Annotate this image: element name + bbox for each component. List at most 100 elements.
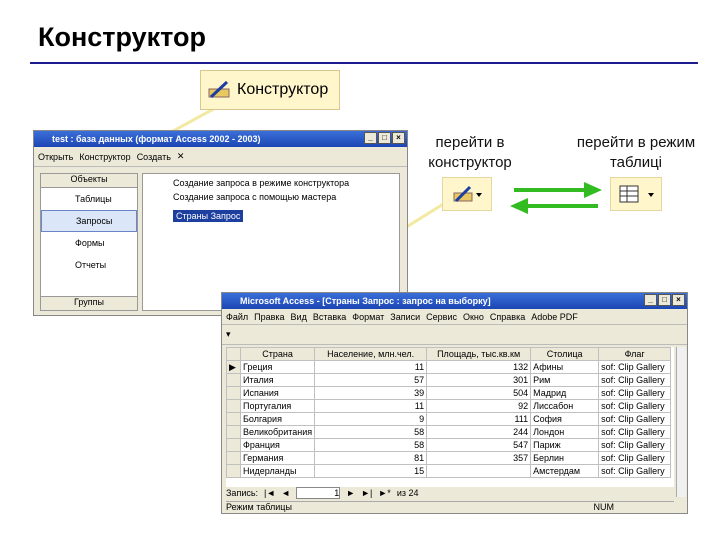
table-cell[interactable]: Португалия (239, 399, 316, 413)
row-selector[interactable] (226, 412, 241, 426)
table-row[interactable]: Италия 57 301 Рим sof: Clip Gallery (226, 373, 672, 387)
table-cell[interactable]: sof: Clip Gallery (598, 360, 672, 374)
menu-help[interactable]: Справка (490, 312, 525, 322)
column-header[interactable]: Площадь, тыс.кв.км (426, 347, 532, 361)
table-cell[interactable]: sof: Clip Gallery (598, 451, 672, 465)
table-cell[interactable]: Греция (239, 360, 316, 374)
menu-view[interactable]: Вид (291, 312, 307, 322)
sidebar-item-forms[interactable]: Формы (41, 232, 137, 254)
last-record-button[interactable]: ►| (361, 488, 372, 498)
list-item[interactable]: Создание запроса с помощью мастера (143, 190, 399, 206)
close-button[interactable]: × (392, 132, 405, 144)
prev-record-button[interactable]: ◄ (281, 488, 290, 498)
column-header[interactable]: Страна (239, 347, 316, 361)
menu-records[interactable]: Записи (390, 312, 420, 322)
design-view-button[interactable] (442, 177, 492, 211)
table-cell[interactable]: Лондон (530, 425, 600, 439)
table-row[interactable]: ▶ Греция 11 132 Афины sof: Clip Gallery (226, 360, 672, 374)
table-cell[interactable]: 547 (426, 438, 532, 452)
table-cell[interactable]: 81 (314, 451, 428, 465)
table-row[interactable]: Португалия 11 92 Лиссабон sof: Clip Gallery (226, 399, 672, 413)
table-cell[interactable]: Испания (239, 386, 316, 400)
table-cell[interactable]: sof: Clip Gallery (598, 412, 672, 426)
table-row[interactable]: Испания 39 504 Мадрид sof: Clip Gallery (226, 386, 672, 400)
table-row[interactable]: Болгария 9 111 София sof: Clip Gallery (226, 412, 672, 426)
minimize-button[interactable]: _ (364, 132, 377, 144)
table-cell[interactable]: 92 (426, 399, 532, 413)
maximize-button[interactable]: □ (378, 132, 391, 144)
row-selector[interactable] (226, 373, 241, 387)
menu-window[interactable]: Окно (463, 312, 484, 322)
menu-file[interactable]: Файл (226, 312, 248, 322)
table-cell[interactable]: 244 (426, 425, 532, 439)
table-cell[interactable]: Великобритания (239, 425, 316, 439)
design-button-callout[interactable]: Конструктор (200, 70, 340, 110)
table-cell[interactable]: 301 (426, 373, 532, 387)
first-record-button[interactable]: |◄ (264, 488, 275, 498)
minimize-button[interactable]: _ (644, 294, 657, 306)
table-cell[interactable]: 58 (314, 438, 428, 452)
record-number-field[interactable]: 1 (296, 487, 341, 499)
table-cell[interactable]: Берлин (530, 451, 600, 465)
table-cell[interactable]: 15 (314, 464, 428, 478)
menu-adobe-pdf[interactable]: Adobe PDF (531, 312, 578, 322)
row-selector[interactable] (226, 399, 241, 413)
menu-tools[interactable]: Сервис (426, 312, 457, 322)
table-cell[interactable]: 57 (314, 373, 428, 387)
table-row[interactable]: Нидерланды 15 Амстердам sof: Clip Gallery (226, 464, 672, 478)
row-selector[interactable] (226, 438, 241, 452)
table-cell[interactable]: София (530, 412, 600, 426)
table-cell[interactable]: Париж (530, 438, 600, 452)
table-row[interactable]: Великобритания 58 244 Лондон sof: Clip Galle… (226, 425, 672, 439)
table-cell[interactable]: 11 (314, 399, 428, 413)
menu-edit[interactable]: Правка (254, 312, 284, 322)
table-cell[interactable]: Нидерланды (239, 464, 316, 478)
vertical-scrollbar[interactable] (676, 347, 686, 497)
table-cell[interactable]: Мадрид (530, 386, 600, 400)
row-selector[interactable] (226, 464, 241, 478)
next-record-button[interactable]: ► (346, 488, 355, 498)
table-cell[interactable]: Болгария (239, 412, 316, 426)
table-cell[interactable]: 58 (314, 425, 428, 439)
view-icon[interactable]: ▾ (226, 329, 231, 340)
table-cell[interactable]: sof: Clip Gallery (598, 464, 672, 478)
table-cell[interactable]: Рим (530, 373, 600, 387)
table-cell[interactable]: 132 (426, 360, 532, 374)
close-button[interactable]: × (672, 294, 685, 306)
table-cell[interactable]: 357 (426, 451, 532, 465)
table-cell[interactable]: Италия (239, 373, 316, 387)
table-cell[interactable]: sof: Clip Gallery (598, 399, 672, 413)
new-record-button[interactable]: ►* (378, 488, 390, 498)
table-row[interactable]: Германия 81 357 Берлин sof: Clip Gallery (226, 451, 672, 465)
row-selector[interactable] (226, 386, 241, 400)
column-header[interactable]: Столица (530, 347, 600, 361)
menu-insert[interactable]: Вставка (313, 312, 346, 322)
column-header[interactable]: Флаг (598, 347, 672, 361)
table-cell[interactable]: sof: Clip Gallery (598, 373, 672, 387)
table-cell[interactable]: Германия (239, 451, 316, 465)
menu-format[interactable]: Формат (352, 312, 384, 322)
delete-icon[interactable]: ✕ (177, 151, 185, 162)
table-cell[interactable]: sof: Clip Gallery (598, 386, 672, 400)
sidebar-item-queries[interactable]: Запросы (41, 210, 137, 232)
design-button[interactable]: Конструктор (79, 152, 130, 162)
datasheet-view-button[interactable] (610, 177, 662, 211)
create-button[interactable]: Создать (137, 152, 171, 162)
list-item-selected[interactable]: Страны Запрос (173, 210, 244, 222)
maximize-button[interactable]: □ (658, 294, 671, 306)
table-cell[interactable]: 111 (426, 412, 532, 426)
table-cell[interactable] (426, 464, 532, 478)
table-cell[interactable]: 9 (314, 412, 428, 426)
table-cell[interactable]: 11 (314, 360, 428, 374)
row-selector[interactable] (226, 425, 241, 439)
table-cell[interactable]: sof: Clip Gallery (598, 438, 672, 452)
table-cell[interactable]: sof: Clip Gallery (598, 425, 672, 439)
row-selector[interactable] (226, 451, 241, 465)
table-cell[interactable]: Афины (530, 360, 600, 374)
sidebar-item-tables[interactable]: Таблицы (41, 188, 137, 210)
row-selector[interactable]: ▶ (226, 360, 241, 374)
table-cell[interactable]: Амстердам (530, 464, 600, 478)
sidebar-item-reports[interactable]: Отчеты (41, 254, 137, 276)
column-header[interactable]: Население, млн.чел. (314, 347, 428, 361)
list-item[interactable]: Создание запроса в режиме конструктора (143, 174, 399, 190)
